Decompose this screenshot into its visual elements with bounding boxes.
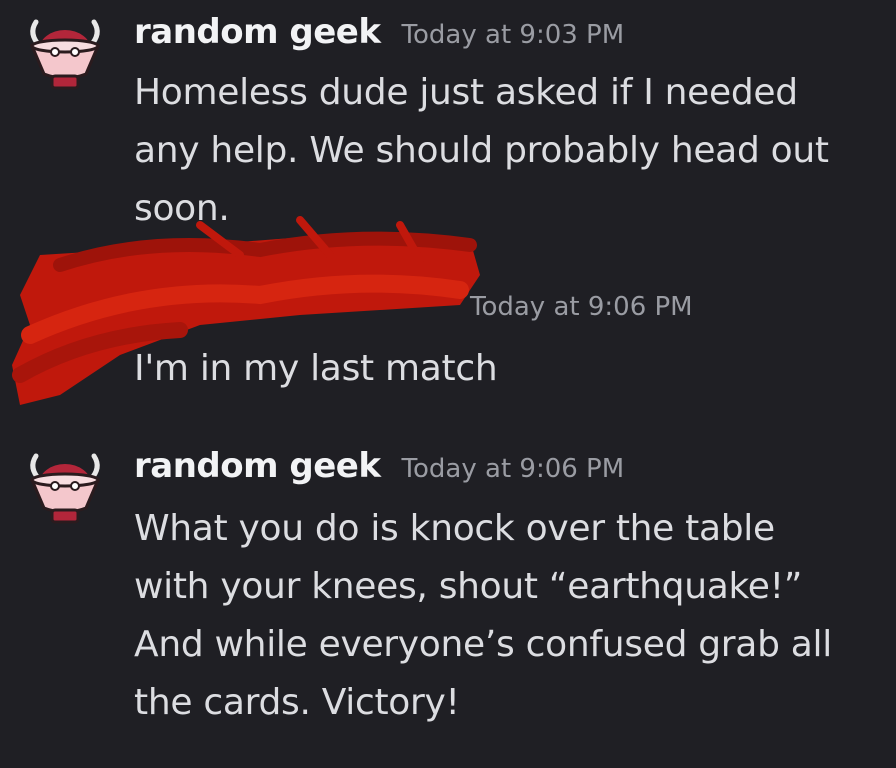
message-header: random geek Today at 9:03 PM bbox=[134, 12, 624, 52]
message-content: What you do is knock over the table with… bbox=[134, 500, 874, 732]
user-avatar[interactable] bbox=[22, 12, 108, 98]
devil-in-bowl-icon bbox=[29, 453, 101, 524]
devil-in-bowl-icon bbox=[29, 19, 101, 90]
message-header: random geek Today at 9:06 PM bbox=[134, 446, 624, 486]
message-line: What you do is knock over the table bbox=[134, 508, 775, 549]
message-line: And while everyone’s confused grab all bbox=[134, 624, 832, 665]
message-line: I'm in my last match bbox=[134, 348, 498, 389]
message-line: the cards. Victory! bbox=[134, 682, 460, 723]
message-line: with your knees, shout “earthquake!” bbox=[134, 566, 803, 607]
message-content: I'm in my last match bbox=[134, 340, 874, 398]
message-timestamp[interactable]: Today at 9:06 PM bbox=[470, 292, 693, 322]
username[interactable]: random geek bbox=[134, 446, 381, 486]
message-timestamp[interactable]: Today at 9:03 PM bbox=[402, 20, 625, 50]
chat-message-list: random geek Today at 9:03 PM Homeless du… bbox=[0, 0, 896, 768]
username[interactable]: random geek bbox=[134, 12, 381, 52]
user-avatar[interactable] bbox=[22, 446, 108, 532]
message-line: Homeless dude just asked if I needed bbox=[134, 72, 798, 113]
message-timestamp[interactable]: Today at 9:06 PM bbox=[402, 454, 625, 484]
message-content: Homeless dude just asked if I needed any… bbox=[134, 64, 874, 238]
message-line: any help. We should probably head out bbox=[134, 130, 829, 171]
